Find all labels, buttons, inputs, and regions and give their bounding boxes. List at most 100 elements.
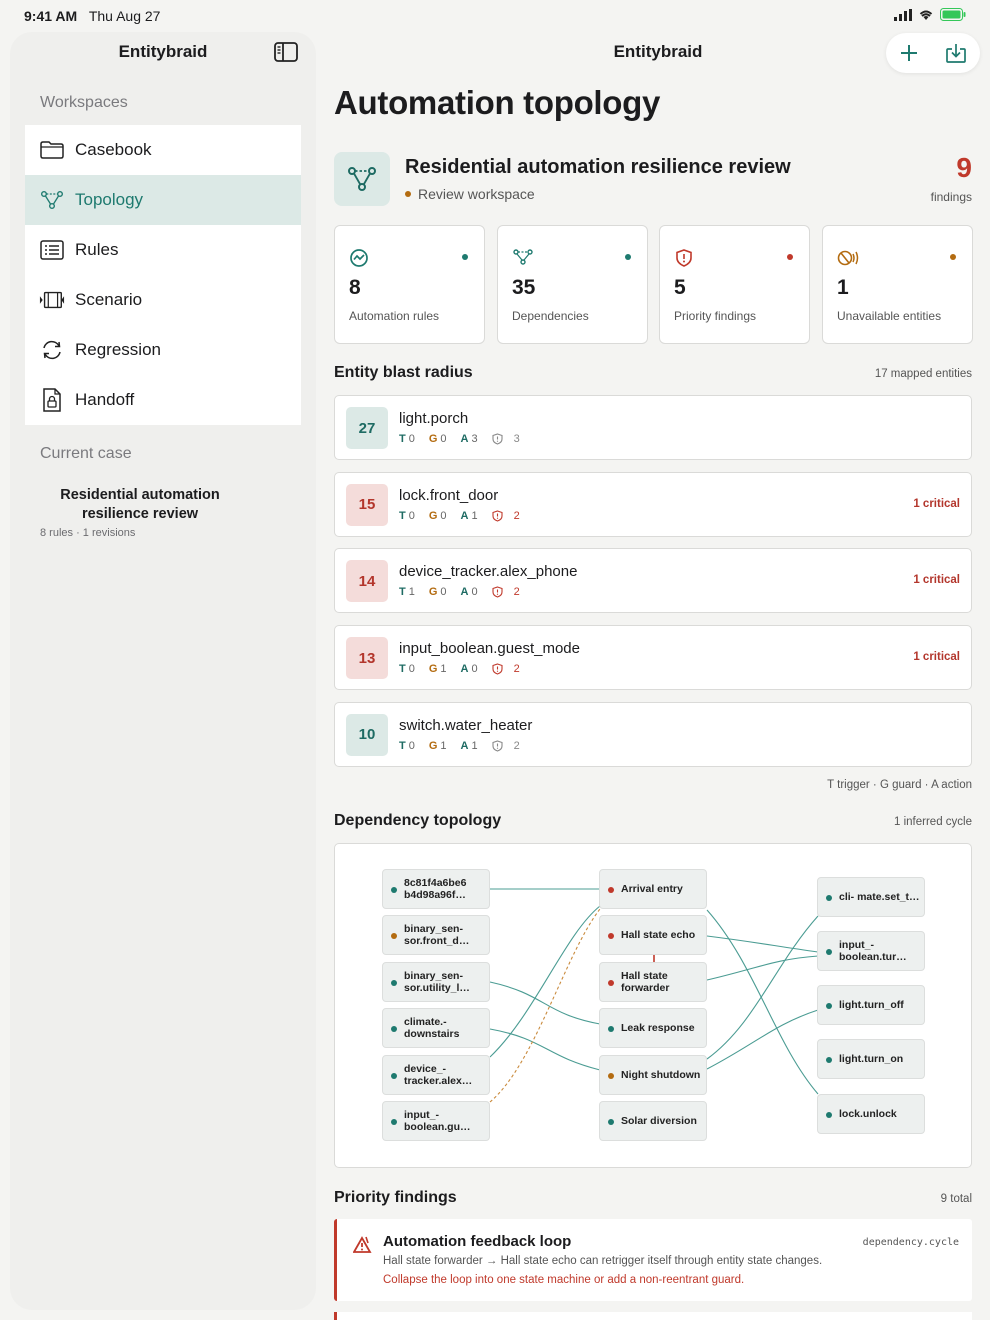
entity-name: device_tracker.alex_phone	[399, 563, 578, 581]
action-key: A	[460, 739, 469, 752]
activity-icon	[350, 249, 368, 267]
node-status-dot	[826, 895, 832, 901]
shield-alert-icon	[676, 249, 692, 267]
edge	[706, 915, 819, 1060]
node-status-dot	[608, 1073, 614, 1079]
stat-label: Priority findings	[674, 309, 757, 323]
node-label: climate.- downstairs	[404, 1016, 460, 1040]
sidebar-toggle-icon[interactable]	[274, 42, 298, 62]
topology-node[interactable]: Hall state forwarder	[599, 962, 707, 1002]
entity-name: input_boolean.guest_mode	[399, 640, 580, 658]
stat-dot	[625, 254, 631, 260]
app-title: Entitybraid	[613, 42, 703, 61]
critical-label: 1 critical	[913, 651, 960, 664]
entity-row[interactable]: 27 light.porch T 0 G 0 A 3 3	[334, 395, 972, 460]
topology-node[interactable]: Leak response	[599, 1008, 707, 1048]
topology-node[interactable]: Night shutdown	[599, 1055, 707, 1095]
stat-card-unavailable-entities[interactable]: 1 Unavailable entities	[822, 225, 973, 344]
workspaces-label: Workspaces	[40, 94, 128, 111]
node-label: Solar diversion	[621, 1115, 697, 1127]
stat-value: 1	[837, 276, 849, 299]
entity-role-stats: T1G0A02	[399, 586, 520, 598]
sidebar-item-topology[interactable]: Topology	[25, 175, 301, 225]
topology-icon	[348, 167, 376, 191]
topology-heading: Dependency topology	[334, 812, 502, 829]
trigger-count: 1	[408, 586, 415, 599]
topology-node[interactable]: light.turn_off	[817, 985, 925, 1025]
trigger-key: T	[399, 433, 406, 445]
stat-card-automation-rules[interactable]: 8 Automation rules	[334, 225, 485, 344]
action-key: A	[460, 509, 469, 522]
finding-card[interactable]: Automation feedback loop dependency.cycl…	[334, 1219, 972, 1301]
node-status-dot	[391, 1026, 397, 1032]
node-status-dot	[391, 1119, 397, 1125]
finding-card[interactable]	[334, 1312, 972, 1320]
stat-card-dependencies[interactable]: 35 Dependencies	[497, 225, 648, 344]
entity-row[interactable]: 15 lock.front_door T 0 G 0 A 1 2 1 critical	[334, 471, 972, 537]
topology-node[interactable]: Solar diversion	[599, 1101, 707, 1141]
sidebar-item-regression[interactable]: Regression	[25, 325, 301, 375]
stat-value: 35	[512, 276, 536, 299]
download-icon[interactable]	[945, 42, 967, 64]
finding-count: 3	[513, 433, 520, 445]
blast-score-badge: 13	[346, 637, 388, 680]
blast-radius-meta: 17 mapped entities	[874, 368, 972, 380]
topology-node[interactable]: 8c81f4a6be6 b4d98a96f…	[382, 869, 490, 909]
blast-score-badge: 10	[346, 713, 388, 756]
topology-node[interactable]: cli- mate.set_t…	[817, 877, 925, 917]
node-status-dot	[608, 1026, 614, 1032]
stat-dot	[462, 254, 468, 260]
sidebar-item-label: Regression	[75, 340, 161, 359]
action-count: 1	[471, 509, 478, 522]
current-case-label: Current case	[40, 445, 132, 462]
entity-row[interactable]: 10 switch.water_heater T 0 G 1 A 1 2	[334, 701, 972, 767]
topology-node[interactable]: binary_sen- sor.utility_l…	[382, 962, 490, 1002]
node-label: input_- boolean.tur…	[839, 939, 907, 963]
topology-node[interactable]: climate.- downstairs	[382, 1008, 490, 1048]
topology-node[interactable]: light.turn_on	[817, 1039, 925, 1079]
review-title: Residential automation resilience review	[405, 156, 791, 178]
node-status-dot	[391, 980, 397, 986]
current-case-title[interactable]: Residential automation resilience review	[30, 486, 250, 524]
topology-node[interactable]: Hall state echo	[599, 915, 707, 955]
sidebar-item-label: Topology	[75, 190, 144, 209]
finding-count: 2	[513, 586, 520, 599]
sidebar-item-label: Casebook	[75, 140, 152, 159]
cellular-icon	[894, 8, 912, 21]
node-label: Arrival entry	[621, 883, 683, 895]
topology-node[interactable]: device_- tracker.alex…	[382, 1055, 490, 1095]
blast-score-badge: 14	[346, 560, 388, 603]
action-key: A	[460, 433, 469, 445]
node-label: Night shutdown	[621, 1069, 701, 1081]
stat-label: Dependencies	[512, 309, 589, 323]
topology-node[interactable]: input_- boolean.gu…	[382, 1101, 490, 1141]
topology-meta: 1 inferred cycle	[894, 816, 972, 828]
edge	[706, 935, 819, 953]
findings-count: 9	[956, 152, 972, 183]
stat-card-priority-findings[interactable]: 5 Priority findings	[659, 225, 810, 344]
sidebar-item-handoff[interactable]: Handoff	[25, 375, 301, 425]
topology-node[interactable]: Arrival entry	[599, 869, 707, 909]
node-status-dot	[826, 1057, 832, 1063]
entity-row[interactable]: 13 input_boolean.guest_mode T 0 G 1 A 0 2 1 criti…	[334, 625, 972, 691]
topology-node[interactable]: lock.unlock	[817, 1094, 925, 1134]
action-count: 1	[471, 739, 478, 752]
action-key: A	[460, 663, 469, 676]
blast-score-badge: 15	[346, 483, 388, 526]
sidebar-item-scenario[interactable]: Scenario	[25, 275, 301, 325]
action-count: 0	[471, 586, 478, 599]
edge	[706, 909, 819, 1095]
entity-row[interactable]: 14 device_tracker.alex_phone T 1 G 0 A 0 2 1 crit…	[334, 548, 972, 614]
sidebar-item-rules[interactable]: Rules	[25, 225, 301, 275]
battery-icon	[940, 8, 966, 21]
sidebar-item-label: Rules	[75, 240, 119, 259]
topology-graph[interactable]: 8c81f4a6be6 b4d98a96f… binary_sen- sor.fr…	[334, 843, 972, 1168]
edge	[706, 955, 819, 981]
sidebar-item-casebook[interactable]: Casebook	[25, 125, 301, 175]
sidebar-item-label: Handoff	[75, 390, 135, 409]
topology-node[interactable]: input_- boolean.tur…	[817, 931, 925, 971]
topology-node[interactable]: binary_sen- sor.front_d…	[382, 915, 490, 955]
stat-dot	[950, 254, 956, 260]
blast-radius-heading: Entity blast radius	[334, 364, 473, 381]
plus-icon[interactable]	[899, 43, 919, 63]
